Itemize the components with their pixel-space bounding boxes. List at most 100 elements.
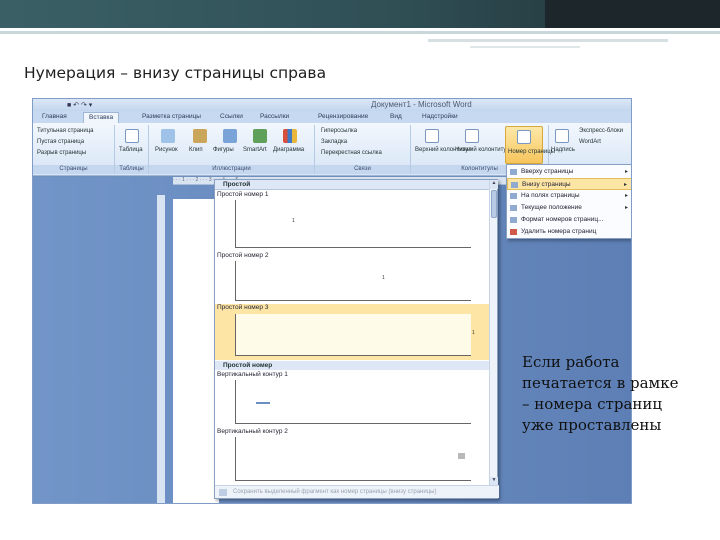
tab-mailings[interactable]: Рассылки: [255, 112, 294, 123]
submenu-arrow-icon: ▸: [624, 205, 628, 211]
chart-button[interactable]: Диаграмма: [273, 147, 304, 153]
hyperlink-button[interactable]: Гиперссылка: [321, 128, 357, 134]
current-position-icon: [510, 205, 517, 211]
page-number-icon: [517, 130, 531, 144]
menu-item-label: На полях страницы: [521, 192, 580, 199]
gallery-item-preview: [235, 437, 471, 481]
menu-item-label: Формат номеров страниц...: [521, 216, 604, 223]
decor-line: [428, 39, 668, 42]
menu-item-label: Текущее положение: [521, 204, 582, 211]
menu-item-remove-page-numbers[interactable]: Удалить номера страниц: [507, 226, 631, 238]
vertical-outline-mark: [458, 453, 465, 459]
gallery-item[interactable]: Простой номер 2 1: [215, 252, 491, 304]
page-number-menu: Вверху страницы ▸ Внизу страницы ▸ На поля…: [506, 164, 631, 239]
remove-icon: [510, 229, 517, 235]
menu-item-page-margins[interactable]: На полях страницы ▸: [507, 190, 631, 202]
tables-group: Таблица Таблицы: [115, 125, 149, 174]
window-title: Документ1 - Microsoft Word: [371, 100, 472, 109]
slide-title: Нумерация – внизу страницы справа: [24, 64, 327, 82]
format-icon: [510, 217, 517, 223]
page-break-button[interactable]: Разрыв страницы: [37, 150, 86, 156]
scroll-up-icon[interactable]: ▲: [490, 180, 498, 189]
caption-line: уже проставлены: [522, 416, 662, 434]
textbox-button[interactable]: Надпись: [551, 147, 575, 153]
table-button[interactable]: Таблица: [119, 147, 143, 153]
cover-page-button[interactable]: Титульная страница: [37, 128, 94, 134]
gallery-item-label: Вертикальный контур 2: [217, 428, 288, 435]
caption-line: печатается в рамке: [522, 374, 679, 392]
tab-home[interactable]: Главная: [37, 112, 72, 123]
top-banner-dark: [545, 0, 720, 28]
menu-item-top-of-page[interactable]: Вверху страницы ▸: [507, 166, 631, 178]
footer-icon: [465, 129, 479, 143]
caption-line: – номера страниц: [522, 395, 663, 413]
quickparts-button[interactable]: Экспресс-блоки: [579, 128, 623, 134]
menu-item-current-position[interactable]: Текущее положение ▸: [507, 202, 631, 214]
tab-references[interactable]: Ссылки: [215, 112, 248, 123]
illustrations-group-label: Иллюстрации: [149, 165, 314, 174]
links-group-label: Связи: [315, 165, 410, 174]
ribbon-tabs: Главная Вставка Разметка страницы Ссылки…: [33, 111, 631, 123]
menu-item-label: Внизу страницы: [522, 181, 571, 188]
top-banner: [0, 0, 720, 28]
gallery-scrollbar[interactable]: ▲ ▼: [489, 180, 498, 486]
caption-line: Если работа: [522, 353, 620, 371]
blank-page-button[interactable]: Пустая страница: [37, 139, 84, 145]
clipart-icon: [193, 129, 207, 143]
slide-caption: Если работа печатается в рамке – номера …: [522, 352, 702, 436]
illustrations-group: Рисунок Клип Фигуры SmartArt Диаграмма И…: [149, 125, 315, 174]
document-page[interactable]: [173, 199, 219, 503]
picture-button[interactable]: Рисунок: [155, 147, 178, 153]
pages-group: Титульная страница Пустая страница Разры…: [33, 125, 115, 174]
wordart-button[interactable]: WordArt: [579, 139, 601, 145]
cross-reference-button[interactable]: Перекрестная ссылка: [321, 150, 382, 156]
gallery-save-selection[interactable]: Сохранить выделенный фрагмент как номер …: [215, 485, 499, 498]
page-number-mark: 1: [292, 218, 295, 224]
gallery-item-preview: 1: [235, 261, 471, 301]
save-selection-icon: [219, 489, 227, 496]
clipart-button[interactable]: Клип: [189, 147, 203, 153]
page-number-label: Номер страницы: [508, 149, 555, 155]
menu-item-bottom-of-page[interactable]: Внизу страницы ▸: [507, 178, 631, 190]
gallery-item[interactable]: Простой номер 1 1: [215, 191, 491, 251]
gallery-item-label: Простой номер 1: [217, 191, 269, 198]
tab-review[interactable]: Рецензирование: [313, 112, 373, 123]
chart-icon: [283, 129, 297, 143]
page-number-mark: 1: [382, 275, 385, 281]
shapes-button[interactable]: Фигуры: [213, 147, 234, 153]
submenu-arrow-icon: ▸: [624, 193, 628, 199]
menu-item-label: Вверху страницы: [521, 168, 574, 175]
menu-item-format-page-numbers[interactable]: Формат номеров страниц...: [507, 214, 631, 226]
page-number-button[interactable]: Номер страницы: [505, 126, 555, 164]
gallery-item-preview: [235, 380, 471, 424]
submenu-arrow-icon: ▸: [624, 169, 628, 175]
gallery-item[interactable]: Вертикальный контур 1: [215, 371, 491, 427]
vertical-ruler[interactable]: [157, 195, 165, 503]
gallery-item[interactable]: Вертикальный контур 2: [215, 428, 491, 484]
tab-addins[interactable]: Надстройки: [417, 112, 463, 123]
tab-view[interactable]: Вид: [385, 112, 407, 123]
tables-group-label: Таблицы: [115, 165, 148, 174]
bottom-of-page-icon: [511, 182, 518, 188]
tab-page-layout[interactable]: Разметка страницы: [137, 112, 206, 123]
footer-button[interactable]: Нижний колонтитул: [455, 147, 510, 153]
gallery-item-selected[interactable]: Простой номер 3 1: [215, 304, 491, 360]
gallery-item-preview: 1: [235, 200, 471, 248]
gallery-item-label: Вертикальный контур 1: [217, 371, 288, 378]
smartart-button[interactable]: SmartArt: [243, 147, 267, 153]
shapes-icon: [223, 129, 237, 143]
word-window-screenshot: ■ ↶ ↷ ▾ Документ1 - Microsoft Word Главн…: [32, 98, 632, 504]
decor-line: [0, 31, 720, 34]
bookmark-button[interactable]: Закладка: [321, 139, 347, 145]
vertical-outline-mark: [256, 402, 270, 404]
tab-insert[interactable]: Вставка: [83, 112, 120, 123]
gallery-item-label: Простой номер 2: [217, 252, 269, 259]
gallery-item-label: Простой номер 3: [217, 304, 269, 311]
header-icon: [425, 129, 439, 143]
menu-item-label: Удалить номера страниц: [521, 228, 597, 235]
table-icon: [125, 129, 139, 143]
top-of-page-icon: [510, 169, 517, 175]
scroll-thumb[interactable]: [491, 190, 497, 218]
picture-icon: [161, 129, 175, 143]
quick-access-icons[interactable]: ■ ↶ ↷ ▾: [67, 101, 92, 109]
